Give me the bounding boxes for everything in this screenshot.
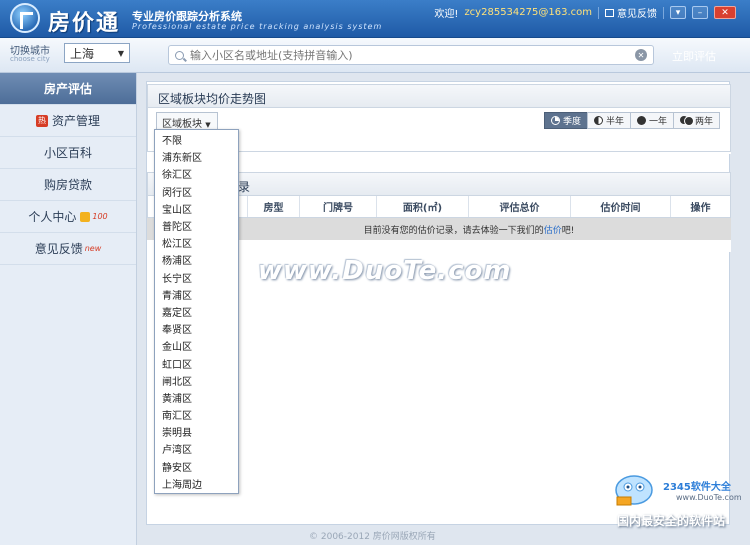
dropdown-option[interactable]: 松江区 <box>155 234 238 251</box>
sidebar-item-label: 意见反馈 <box>34 242 83 256</box>
app-name: 房价通 <box>48 11 121 36</box>
clear-icon[interactable]: ✕ <box>635 49 647 61</box>
section-title-suffix: 录 <box>238 180 251 194</box>
dropdown-option[interactable]: 奉贤区 <box>155 320 238 337</box>
hot-icon: 热 <box>35 114 48 127</box>
site-2345-watermark: 2345软件大全 <box>663 482 731 493</box>
dropdown-option[interactable]: 黄浦区 <box>155 389 238 406</box>
sidebar: 房产评估 热 资产管理 小区百科 购房贷款 个人中心 100 意见反馈 new <box>0 73 137 545</box>
site-url-watermark: www.DuoTe.com <box>676 493 742 502</box>
new-badge: new <box>84 244 102 253</box>
period-toggle: 季度 半年 一年 两年 <box>543 112 720 129</box>
dropdown-option[interactable]: 南汇区 <box>155 406 238 423</box>
app-logo-icon <box>10 3 40 33</box>
sidebar-item-label: 小区百科 <box>43 146 92 160</box>
dropdown-option[interactable]: 杨浦区 <box>155 251 238 268</box>
period-quarter-button[interactable]: 季度 <box>543 112 588 129</box>
table-header-cell: 房型 <box>248 196 300 217</box>
coin-icon <box>80 211 91 222</box>
tagline-watermark: 国内最安全的软件站 <box>617 514 726 528</box>
sidebar-item-personal-center[interactable]: 个人中心 100 <box>0 201 136 233</box>
menu-button[interactable]: ▾ <box>670 6 686 19</box>
dropdown-option[interactable]: 闵行区 <box>155 183 238 200</box>
dropdown-option[interactable]: 长宁区 <box>155 269 238 286</box>
mascot-logo-icon <box>615 475 653 506</box>
sidebar-item-property-evaluation[interactable]: 房产评估 <box>0 73 136 105</box>
copyright: © 2006-2012 房价网版权所有 <box>309 532 436 542</box>
duote-watermark: www.DuoTe.com <box>258 256 512 286</box>
dropdown-option[interactable]: 卢湾区 <box>155 440 238 457</box>
city-value: 上海 <box>70 46 95 61</box>
dropdown-option[interactable]: 崇明县 <box>155 423 238 440</box>
app-slogan-en: Professional estate price tracking analy… <box>132 22 383 31</box>
region-dropdown-list: 不限 浦东新区 徐汇区 闵行区 宝山区 普陀区 松江区 杨浦区 长宁区 青浦区 … <box>154 129 239 494</box>
evaluate-link[interactable]: 估价 <box>544 223 562 236</box>
dropdown-option[interactable]: 宝山区 <box>155 200 238 217</box>
dropdown-option[interactable]: 金山区 <box>155 337 238 354</box>
table-header-cell: 估价时间 <box>571 196 671 217</box>
dropdown-option[interactable]: 普陀区 <box>155 217 238 234</box>
city-select[interactable]: 上海 ▼ <box>64 43 130 63</box>
sidebar-item-community-wiki[interactable]: 小区百科 <box>0 137 136 169</box>
feedback-link[interactable]: 意见反馈 <box>605 5 657 20</box>
period-half-year-button[interactable]: 半年 <box>586 112 631 129</box>
sidebar-item-label: 购房贷款 <box>43 178 92 192</box>
title-bar-actions: 欢迎! zcy285534275@163.com 意见反馈 ▾ – ✕ <box>434 5 736 20</box>
search-input[interactable] <box>190 48 635 62</box>
table-header-cell: 门牌号 <box>300 196 377 217</box>
period-one-year-button[interactable]: 一年 <box>629 112 674 129</box>
toolbar: 切换城市 choose city 上海 ▼ ✕ 立即评估 <box>0 38 750 73</box>
divider <box>598 6 599 19</box>
sidebar-item-feedback[interactable]: 意见反馈 new <box>0 233 136 265</box>
period-label: 季度 <box>562 117 581 127</box>
triangle-down-icon: ▼ <box>205 121 211 129</box>
table-header-cell: 面积(㎡) <box>377 196 469 217</box>
half-circle-icon <box>593 116 603 125</box>
feedback-label: 意见反馈 <box>617 9 657 20</box>
dropdown-option[interactable]: 静安区 <box>155 458 238 475</box>
dropdown-option[interactable]: 浦东新区 <box>155 148 238 165</box>
empty-state-text: 目前没有您的估价记录，请去体验一下我们的 <box>363 225 544 236</box>
section-title: 区域板块均价走势图 <box>147 84 731 108</box>
dropdown-option[interactable]: 闸北区 <box>155 372 238 389</box>
points-badge: 100 <box>92 212 108 221</box>
minimize-button[interactable]: – <box>692 6 708 19</box>
chevron-down-icon: ▼ <box>117 48 124 58</box>
period-label: 两年 <box>694 117 713 127</box>
period-label: 半年 <box>605 117 624 127</box>
double-circle-icon <box>679 116 694 126</box>
sidebar-item-asset-management[interactable]: 热 资产管理 <box>0 105 136 137</box>
period-two-year-button[interactable]: 两年 <box>672 112 720 129</box>
feedback-icon <box>605 8 614 17</box>
sidebar-item-mortgage[interactable]: 购房贷款 <box>0 169 136 201</box>
table-header-cell: 评估总价 <box>469 196 571 217</box>
search-box: ✕ <box>168 45 654 65</box>
region-dropdown[interactable]: 区域板块 ▼ <box>156 112 218 130</box>
evaluate-now-button[interactable]: 立即评估 <box>672 48 716 64</box>
period-label: 一年 <box>648 117 667 127</box>
dropdown-option[interactable]: 不限 <box>155 131 238 148</box>
sidebar-item-label: 个人中心 <box>28 210 77 224</box>
dropdown-option[interactable]: 徐汇区 <box>155 165 238 182</box>
empty-state-end: 吧! <box>561 225 575 236</box>
search-icon <box>175 50 184 60</box>
quarter-pie-icon <box>550 116 560 125</box>
divider <box>663 6 664 19</box>
user-email-link[interactable]: zcy285534275@163.com <box>464 7 592 18</box>
dropdown-option[interactable]: 青浦区 <box>155 286 238 303</box>
title-bar: 房价通 专业房价跟踪分析系统 Professional estate price… <box>0 0 750 38</box>
dropdown-option[interactable]: 嘉定区 <box>155 303 238 320</box>
welcome-text: 欢迎! <box>434 9 459 20</box>
full-circle-icon <box>636 116 646 125</box>
table-header-cell: 操作 <box>690 203 711 214</box>
dropdown-option[interactable]: 虹口区 <box>155 354 238 371</box>
sidebar-item-label: 房产评估 <box>43 82 92 96</box>
dropdown-option[interactable]: 上海周边 <box>155 475 238 492</box>
sidebar-item-label: 资产管理 <box>51 114 100 128</box>
city-label-en: choose city <box>10 55 50 63</box>
close-button[interactable]: ✕ <box>714 6 736 19</box>
